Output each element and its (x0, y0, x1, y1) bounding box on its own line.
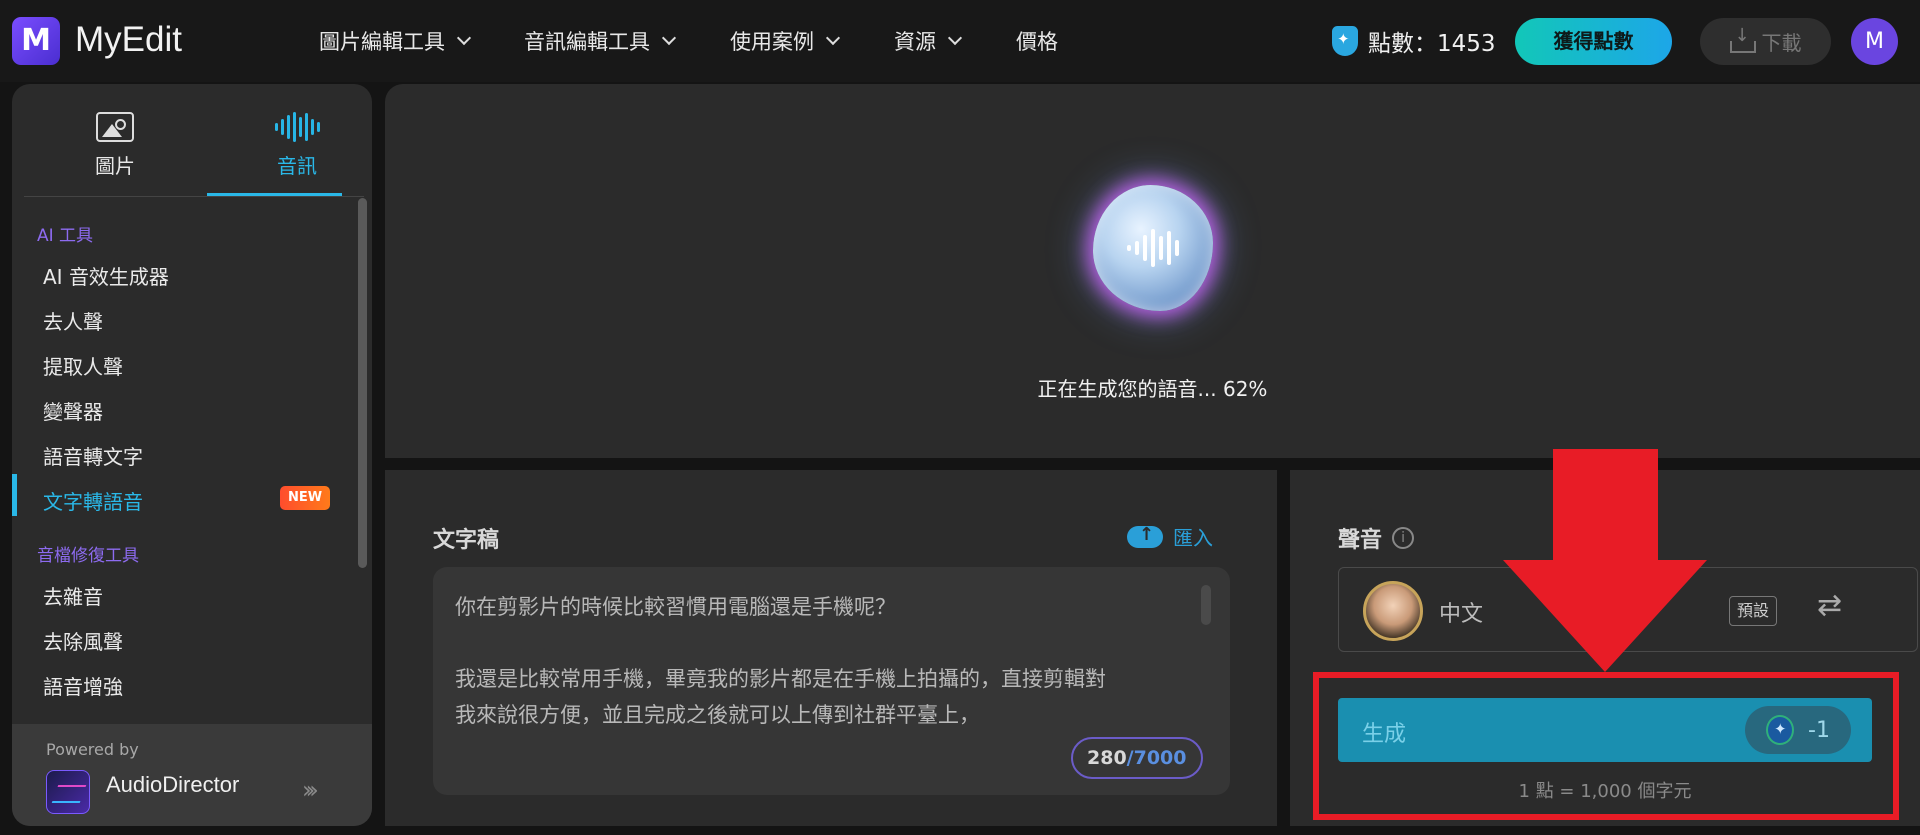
script-title: 文字稿 (433, 528, 500, 553)
sidebar-item-ai-sound-generator[interactable]: AI 音效生成器 (43, 261, 169, 290)
sidebar-item-vocal-remover[interactable]: 去人聲 (43, 306, 103, 335)
sidebar-item-vocal-extractor[interactable]: 提取人聲 (43, 351, 123, 380)
ai-voice-orb-icon (1093, 185, 1213, 311)
annotation-arrow-head (1503, 560, 1707, 672)
myedit-logo-icon[interactable]: M (12, 17, 60, 65)
nav-label: 資源 (894, 30, 936, 54)
sidebar-scrollbar[interactable] (358, 198, 367, 568)
voice-title: 聲音 i (1338, 522, 1415, 554)
image-icon (96, 112, 134, 142)
script-line: 你在剪影片的時候比較習慣用電腦還是手機呢？ (455, 595, 896, 619)
new-badge: NEW (280, 486, 330, 510)
download-button[interactable]: 下載 (1700, 18, 1831, 65)
script-line: 我還是比較常用手機，畢竟我的影片都是在手機上拍攝的，直接剪輯對 (455, 667, 1106, 691)
download-icon (1729, 25, 1756, 53)
nav-pricing[interactable]: 價格 (1016, 26, 1058, 56)
nav-label: 音訊編輯工具 (524, 30, 650, 54)
section-title-ai-tools: AI 工具 (37, 226, 94, 246)
generation-panel: 正在生成您的語音... 62% (385, 84, 1920, 458)
download-label: 下載 (1761, 31, 1802, 55)
nav-resources[interactable]: 資源 (894, 26, 963, 56)
partner-name: AudioDirector (106, 772, 240, 797)
sidebar-item-speech-enhance[interactable]: 語音增強 (43, 671, 123, 700)
tab-audio[interactable]: 音訊 (207, 84, 372, 196)
triple-chevron-right-icon[interactable]: ››› (302, 776, 319, 804)
swap-arrows-icon[interactable]: ⇄ (1817, 588, 1842, 623)
nav-audio-tools[interactable]: 音訊編輯工具 (524, 26, 677, 56)
default-badge: 預設 (1729, 596, 1777, 626)
sidebar-item-text-to-speech[interactable]: 文字轉語音 (43, 486, 143, 515)
top-bar: M MyEdit 圖片編輯工具 音訊編輯工具 使用案例 資源 價格 點數：145… (0, 0, 1920, 82)
script-line: 我來說很方便，並且完成之後就可以上傳到社群平臺上， (455, 703, 980, 727)
voice-name: 中文 (1439, 602, 1484, 627)
tab-label: 圖片 (95, 154, 135, 178)
tool-sidebar: 圖片 音訊 AI 工具 AI 音效生成器 去人聲 提取人聲 變聲器 語音轉文字 … (12, 84, 372, 826)
char-limit: /7000 (1126, 747, 1187, 769)
sidebar-item-voice-changer[interactable]: 變聲器 (43, 396, 103, 425)
sidebar-item-denoise[interactable]: 去雜音 (43, 581, 103, 610)
voice-title-label: 聲音 (1338, 528, 1383, 553)
audiodirector-logo-icon (46, 770, 90, 814)
powered-by-banner[interactable]: Powered by AudioDirector ››› (12, 724, 372, 826)
generation-status: 正在生成您的語音... 62% (1037, 377, 1268, 401)
nav-label: 價格 (1016, 30, 1058, 54)
chevron-down-icon (825, 30, 841, 46)
orb-waveform (1093, 185, 1213, 311)
cloud-upload-icon (1127, 524, 1163, 548)
points-display: 點數：1453 (1332, 24, 1496, 58)
active-item-indicator (12, 474, 17, 516)
textarea-scrollbar[interactable] (1201, 585, 1211, 625)
powered-by-label: Powered by (46, 740, 139, 759)
chevron-down-icon (947, 30, 963, 46)
tab-divider (24, 196, 364, 197)
script-panel: 文字稿 匯入 你在剪影片的時候比較習慣用電腦還是手機呢？ 我還是比較常用手機，畢… (385, 470, 1277, 826)
nav-label: 圖片編輯工具 (319, 30, 445, 54)
brand-name[interactable]: MyEdit (75, 20, 182, 60)
script-textarea[interactable]: 你在剪影片的時候比較習慣用電腦還是手機呢？ 我還是比較常用手機，畢竟我的影片都是… (433, 567, 1230, 795)
points-label: 點數：1453 (1368, 31, 1496, 57)
char-count: 280 (1087, 747, 1127, 769)
sidebar-item-wind-remover[interactable]: 去除風聲 (43, 626, 123, 655)
import-label: 匯入 (1173, 526, 1213, 550)
audio-wave-icon (207, 112, 372, 142)
credit-shield-icon (1332, 26, 1358, 56)
nav-use-cases[interactable]: 使用案例 (730, 26, 841, 56)
get-points-button[interactable]: 獲得點數 (1515, 18, 1672, 65)
import-button[interactable]: 匯入 (1127, 522, 1213, 551)
info-icon[interactable]: i (1392, 527, 1415, 549)
user-avatar[interactable]: M (1851, 18, 1898, 65)
nav-image-tools[interactable]: 圖片編輯工具 (319, 26, 472, 56)
character-counter: 280/7000 (1071, 737, 1203, 779)
annotation-highlight-box (1313, 672, 1899, 820)
sidebar-item-speech-to-text[interactable]: 語音轉文字 (43, 441, 143, 470)
tab-image[interactable]: 圖片 (25, 84, 205, 196)
chevron-down-icon (661, 30, 677, 46)
active-tab-indicator (207, 193, 342, 196)
tab-label: 音訊 (277, 154, 317, 178)
chevron-down-icon (456, 30, 472, 46)
section-title-audio-repair: 音檔修復工具 (37, 546, 139, 566)
nav-label: 使用案例 (730, 30, 814, 54)
voice-avatar (1363, 581, 1423, 641)
annotation-arrow-shaft (1553, 449, 1658, 561)
